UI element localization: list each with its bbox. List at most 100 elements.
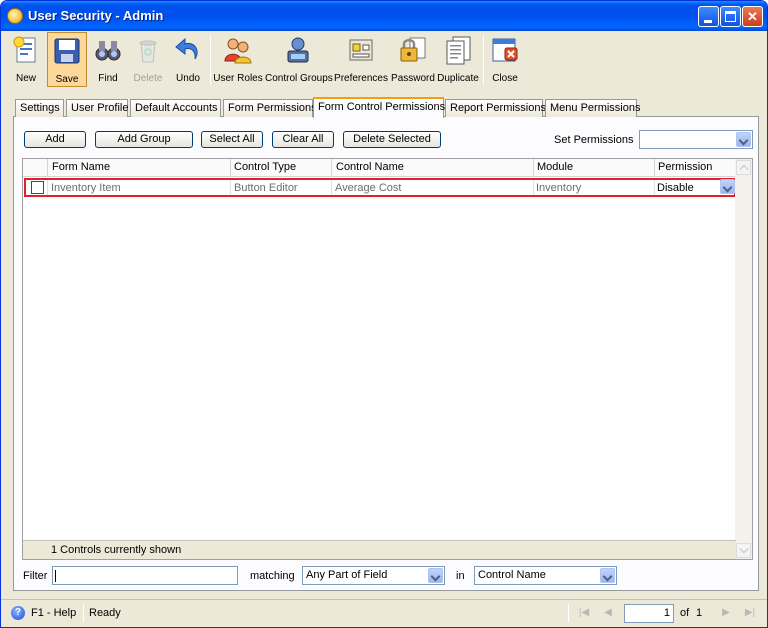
control-groups-button[interactable]: Control Groups bbox=[265, 32, 333, 87]
tab-user-profile[interactable]: User Profile bbox=[66, 99, 128, 117]
cell-control-type: Button Editor bbox=[234, 182, 298, 194]
scroll-up-button[interactable] bbox=[736, 160, 751, 175]
save-label: Save bbox=[55, 74, 79, 85]
new-label: New bbox=[15, 73, 36, 84]
in-field-dropdown[interactable]: Control Name bbox=[474, 566, 617, 585]
row-checkbox[interactable] bbox=[31, 181, 44, 194]
column-divider bbox=[331, 159, 332, 177]
add-button[interactable]: Add bbox=[24, 131, 86, 148]
new-document-icon bbox=[13, 36, 36, 63]
clear-all-button[interactable]: Clear All bbox=[272, 131, 334, 148]
select-all-button[interactable]: Select All bbox=[201, 131, 263, 148]
last-page-icon[interactable]: ▶| bbox=[742, 606, 758, 620]
user-roles-button[interactable]: User Roles bbox=[213, 32, 263, 87]
filter-label: Filter bbox=[23, 570, 48, 582]
in-field-value: Control Name bbox=[478, 569, 546, 581]
chevron-down-icon[interactable] bbox=[600, 568, 615, 583]
title-bar[interactable]: User Security - Admin ✕ bbox=[1, 1, 767, 31]
control-groups-label: Control Groups bbox=[265, 73, 333, 84]
matching-dropdown[interactable]: Any Part of Field bbox=[302, 566, 445, 585]
text-caret bbox=[55, 570, 56, 582]
permission-dropdown[interactable] bbox=[718, 179, 735, 195]
binoculars-icon bbox=[95, 41, 121, 61]
cell-divider bbox=[533, 180, 534, 195]
status-separator bbox=[568, 604, 569, 622]
tab-report-permissions[interactable]: Report Permissions bbox=[445, 99, 546, 117]
chevron-down-icon[interactable] bbox=[736, 132, 751, 147]
password-button[interactable]: Password bbox=[391, 32, 435, 87]
column-header-form-name[interactable]: Form Name bbox=[52, 161, 110, 173]
cell-divider bbox=[331, 180, 332, 195]
delete-selected-button[interactable]: Delete Selected bbox=[343, 131, 441, 148]
filter-input[interactable] bbox=[52, 566, 238, 585]
tab-menu-permissions[interactable]: Menu Permissions bbox=[545, 99, 640, 117]
new-button[interactable]: New bbox=[7, 32, 45, 87]
set-permissions-label: Set Permissions bbox=[554, 134, 634, 146]
chevron-down-icon[interactable] bbox=[428, 568, 443, 583]
column-header-permission[interactable]: Permission bbox=[658, 161, 712, 173]
preferences-icon bbox=[349, 39, 373, 61]
column-header-module[interactable]: Module bbox=[537, 161, 573, 173]
cell-module: Inventory bbox=[536, 182, 582, 194]
password-lock-icon bbox=[400, 37, 426, 62]
preferences-label: Preferences bbox=[334, 73, 388, 84]
find-button[interactable]: Find bbox=[89, 32, 127, 87]
next-page-icon[interactable]: ▶ bbox=[718, 606, 734, 620]
cell-divider bbox=[230, 180, 231, 195]
help-text[interactable]: F1 - Help bbox=[31, 607, 76, 619]
control-groups-icon bbox=[287, 37, 309, 63]
window-title: User Security - Admin bbox=[28, 8, 164, 23]
add-group-button[interactable]: Add Group bbox=[95, 131, 193, 148]
tab-form-control-permissions[interactable]: Form Control Permissions bbox=[313, 97, 445, 118]
chevron-down-icon[interactable] bbox=[720, 179, 735, 194]
maximize-button[interactable] bbox=[720, 6, 741, 27]
close-label: Close bbox=[492, 73, 518, 84]
toolbar: New Save Find Delete Undo User Roles Con… bbox=[5, 32, 765, 88]
column-header-control-name[interactable]: Control Name bbox=[336, 161, 404, 173]
minimize-icon bbox=[704, 20, 712, 23]
cell-divider bbox=[47, 180, 48, 195]
undo-arrow-icon bbox=[175, 37, 198, 60]
page-number-input[interactable]: 1 bbox=[624, 604, 674, 623]
column-divider bbox=[47, 159, 48, 177]
floppy-disk-icon bbox=[54, 38, 80, 64]
duplicate-label: Duplicate bbox=[437, 73, 479, 84]
minimize-button[interactable] bbox=[698, 6, 719, 27]
toolbar-separator bbox=[210, 35, 211, 85]
tab-settings[interactable]: Settings bbox=[15, 99, 64, 117]
cell-permission[interactable]: Disable bbox=[657, 182, 694, 194]
save-button[interactable]: Save bbox=[47, 32, 87, 87]
app-icon bbox=[7, 8, 23, 24]
set-permissions-dropdown[interactable] bbox=[639, 130, 753, 149]
matching-value: Any Part of Field bbox=[306, 569, 388, 581]
tab-form-permissions[interactable]: Form Permissions bbox=[223, 99, 317, 117]
tab-default-accounts[interactable]: Default Accounts bbox=[130, 99, 221, 117]
table-row[interactable]: Inventory Item Button Editor Average Cos… bbox=[24, 178, 736, 197]
user-roles-icon bbox=[224, 38, 252, 64]
delete-button[interactable]: Delete bbox=[129, 32, 167, 87]
close-window-button[interactable]: ✕ bbox=[742, 6, 763, 27]
close-icon: ✕ bbox=[747, 9, 758, 24]
duplicate-button[interactable]: Duplicate bbox=[436, 32, 480, 87]
first-page-icon[interactable]: |◀ bbox=[576, 606, 592, 620]
undo-button[interactable]: Undo bbox=[169, 32, 207, 87]
user-roles-label: User Roles bbox=[213, 73, 263, 84]
help-icon[interactable]: ? bbox=[11, 606, 25, 620]
scroll-down-button[interactable] bbox=[736, 543, 751, 558]
previous-page-icon[interactable]: ◀ bbox=[600, 606, 616, 620]
preferences-button[interactable]: Preferences bbox=[333, 32, 389, 87]
grid-footer: 1 Controls currently shown bbox=[23, 540, 736, 559]
toolbar-separator bbox=[483, 35, 484, 85]
maximize-icon bbox=[725, 11, 736, 22]
cell-divider bbox=[654, 180, 655, 195]
vertical-scrollbar[interactable] bbox=[735, 159, 752, 559]
grid-header: Form Name Control Type Control Name Modu… bbox=[23, 159, 736, 177]
column-header-control-type[interactable]: Control Type bbox=[234, 161, 296, 173]
delete-label: Delete bbox=[133, 73, 163, 84]
status-bar: ? F1 - Help Ready |◀ ◀ 1 of 1 ▶ ▶| bbox=[1, 599, 767, 627]
column-divider bbox=[654, 159, 655, 177]
of-label: of bbox=[680, 607, 690, 619]
password-label: Password bbox=[391, 73, 435, 84]
permissions-grid: Form Name Control Type Control Name Modu… bbox=[22, 158, 753, 560]
close-button[interactable]: Close bbox=[486, 32, 524, 87]
